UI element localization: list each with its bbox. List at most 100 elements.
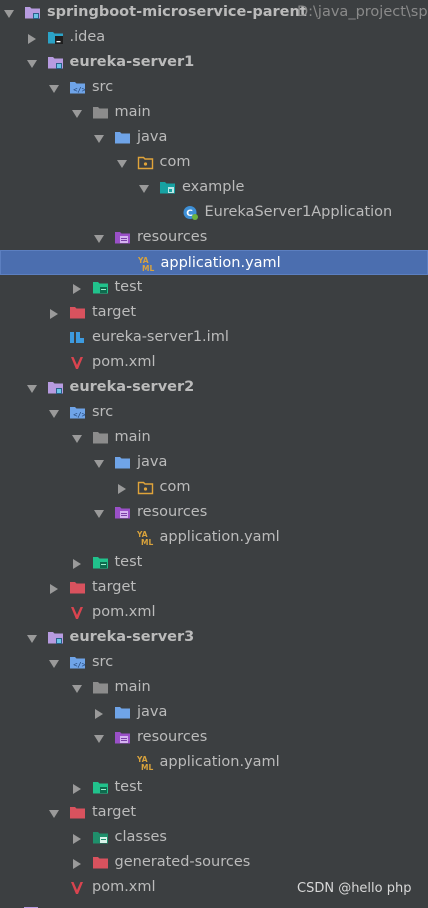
- chevron-down-icon[interactable]: [26, 382, 37, 393]
- chevron-right-icon[interactable]: [49, 582, 59, 594]
- tree-row-test-folder[interactable]: test: [0, 275, 428, 300]
- tree-row-module-eureka-server3[interactable]: eureka-server3: [0, 625, 428, 650]
- chevron-down-icon[interactable]: [94, 232, 104, 243]
- module-folder-icon: [24, 4, 41, 21]
- tree-row-src-folder[interactable]: </> src: [0, 75, 428, 100]
- tree-row-resources-folder[interactable]: resources: [0, 500, 428, 525]
- chevron-down-icon[interactable]: [94, 132, 104, 143]
- chevron-down-icon[interactable]: [49, 407, 59, 418]
- chevron-right-icon[interactable]: [27, 32, 37, 44]
- tree-row-label: java: [137, 704, 168, 720]
- tree-row-main-folder[interactable]: main: [0, 100, 428, 125]
- tree-row-project-root[interactable]: springboot-microservice-parent D:\java_pr…: [0, 0, 428, 25]
- chevron-down-icon[interactable]: [94, 507, 104, 518]
- tree-row-file-pom-xml[interactable]: pom.xml: [0, 350, 428, 375]
- java-folder-icon: [114, 454, 131, 471]
- plain-folder-icon: [92, 679, 109, 696]
- tree-row-label: java: [137, 454, 168, 470]
- chevron-down-icon[interactable]: [116, 157, 127, 168]
- tree-row-file-application-yaml[interactable]: YA ML application.yaml: [0, 525, 428, 550]
- tree-row-main-folder[interactable]: main: [0, 675, 428, 700]
- chevron-down-icon[interactable]: [94, 732, 104, 743]
- classes-folder-icon: [92, 829, 109, 846]
- chevron-down-icon[interactable]: [49, 807, 59, 818]
- tree-row-test-folder[interactable]: test: [0, 550, 428, 575]
- svg-text:ML: ML: [142, 264, 154, 272]
- tree-row-src-folder[interactable]: </> src: [0, 400, 428, 425]
- tree-row-java-folder[interactable]: java: [0, 125, 428, 150]
- chevron-right-icon[interactable]: [117, 482, 127, 494]
- src-folder-icon: </>: [69, 654, 86, 671]
- tree-row-label: springboot-microservice-parent: [47, 4, 307, 20]
- tree-row-file-eureka-server1-iml[interactable]: eureka-server1.iml: [0, 325, 428, 350]
- tree-row-file-application-yaml[interactable]: YA ML application.yaml: [0, 750, 428, 775]
- tree-row-label: test: [114, 279, 143, 295]
- tree-row-package-example[interactable]: example: [0, 175, 428, 200]
- chevron-right-icon[interactable]: [72, 857, 82, 869]
- tree-row-class-eurekaserver1application[interactable]: C EurekaServer1Application: [0, 200, 428, 225]
- tree-row-label: pom.xml: [92, 354, 156, 370]
- chevron-right-icon[interactable]: [72, 782, 82, 794]
- tree-row-label: src: [92, 404, 114, 420]
- tree-row-label: application.yaml: [160, 255, 281, 271]
- svg-text:</>: </>: [73, 411, 86, 419]
- tree-row-src-folder[interactable]: </> src: [0, 650, 428, 675]
- maven-file-icon: [69, 354, 86, 371]
- svg-text:</>: </>: [73, 86, 86, 94]
- module-folder-icon: [47, 379, 64, 396]
- tree-row-classes-folder[interactable]: classes: [0, 825, 428, 850]
- chevron-right-icon[interactable]: [72, 282, 82, 294]
- src-folder-icon: </>: [69, 79, 86, 96]
- chevron-right-icon[interactable]: [72, 832, 82, 844]
- tree-row-label: application.yaml: [159, 754, 280, 770]
- tree-row-target-folder[interactable]: target: [0, 300, 428, 325]
- chevron-down-icon[interactable]: [94, 457, 104, 468]
- resources-folder-icon: [114, 229, 131, 246]
- tree-row-module-eureka-server2[interactable]: eureka-server2: [0, 375, 428, 400]
- chevron-down-icon[interactable]: [71, 432, 82, 443]
- chevron-right-icon[interactable]: [72, 557, 82, 569]
- target-folder-icon: [69, 579, 86, 596]
- tree-row-resources-folder[interactable]: resources: [0, 725, 428, 750]
- target-folder-icon: [69, 804, 86, 821]
- chevron-down-icon[interactable]: [49, 657, 59, 668]
- tree-row-module-eureka-server1[interactable]: eureka-server1: [0, 50, 428, 75]
- spring-class-icon: C: [182, 204, 199, 221]
- tree-row-target-folder[interactable]: target: [0, 575, 428, 600]
- tree-row-label: example: [182, 179, 245, 195]
- chevron-down-icon[interactable]: [71, 107, 82, 118]
- tree-row-label: main: [114, 679, 151, 695]
- tree-row-label: eureka-server3: [69, 629, 195, 645]
- test-folder-icon: [92, 279, 109, 296]
- yaml-file-icon: YA ML: [136, 754, 154, 772]
- resources-folder-icon: [114, 729, 131, 746]
- chevron-right-icon[interactable]: [49, 307, 59, 319]
- chevron-down-icon[interactable]: [49, 82, 59, 93]
- chevron-down-icon[interactable]: [71, 682, 82, 693]
- package-folder-icon: [137, 154, 154, 171]
- tree-row-label: EurekaServer1Application: [204, 204, 393, 220]
- tree-row-label: test: [114, 779, 143, 795]
- tree-row-package-com[interactable]: com: [0, 475, 428, 500]
- tree-row-test-folder[interactable]: test: [0, 775, 428, 800]
- chevron-right-icon[interactable]: [94, 707, 104, 719]
- chevron-down-icon[interactable]: [26, 632, 37, 643]
- tree-row-java-folder[interactable]: java: [0, 450, 428, 475]
- package-teal-icon: [159, 179, 176, 196]
- tree-row-main-folder[interactable]: main: [0, 425, 428, 450]
- tree-row-package-com[interactable]: com: [0, 150, 428, 175]
- idea-folder-icon: [47, 29, 64, 46]
- src-folder-icon: </>: [69, 404, 86, 421]
- chevron-down-icon[interactable]: [139, 182, 149, 193]
- tree-row-idea-folder[interactable]: .idea: [0, 25, 428, 50]
- tree-row-file-pom-xml[interactable]: pom.xml: [0, 600, 428, 625]
- tree-row-resources-folder[interactable]: resources: [0, 225, 428, 250]
- tree-row-java-folder[interactable]: java: [0, 700, 428, 725]
- chevron-down-icon[interactable]: [4, 7, 14, 18]
- tree-row-target-folder[interactable]: target: [0, 800, 428, 825]
- tree-row-generated-sources-folder[interactable]: generated-sources: [0, 850, 428, 875]
- target-folder-icon: [69, 304, 86, 321]
- tree-row-label: java: [137, 129, 168, 145]
- tree-row-file-application-yaml[interactable]: YA ML application.yaml: [0, 250, 428, 275]
- chevron-down-icon[interactable]: [26, 57, 37, 68]
